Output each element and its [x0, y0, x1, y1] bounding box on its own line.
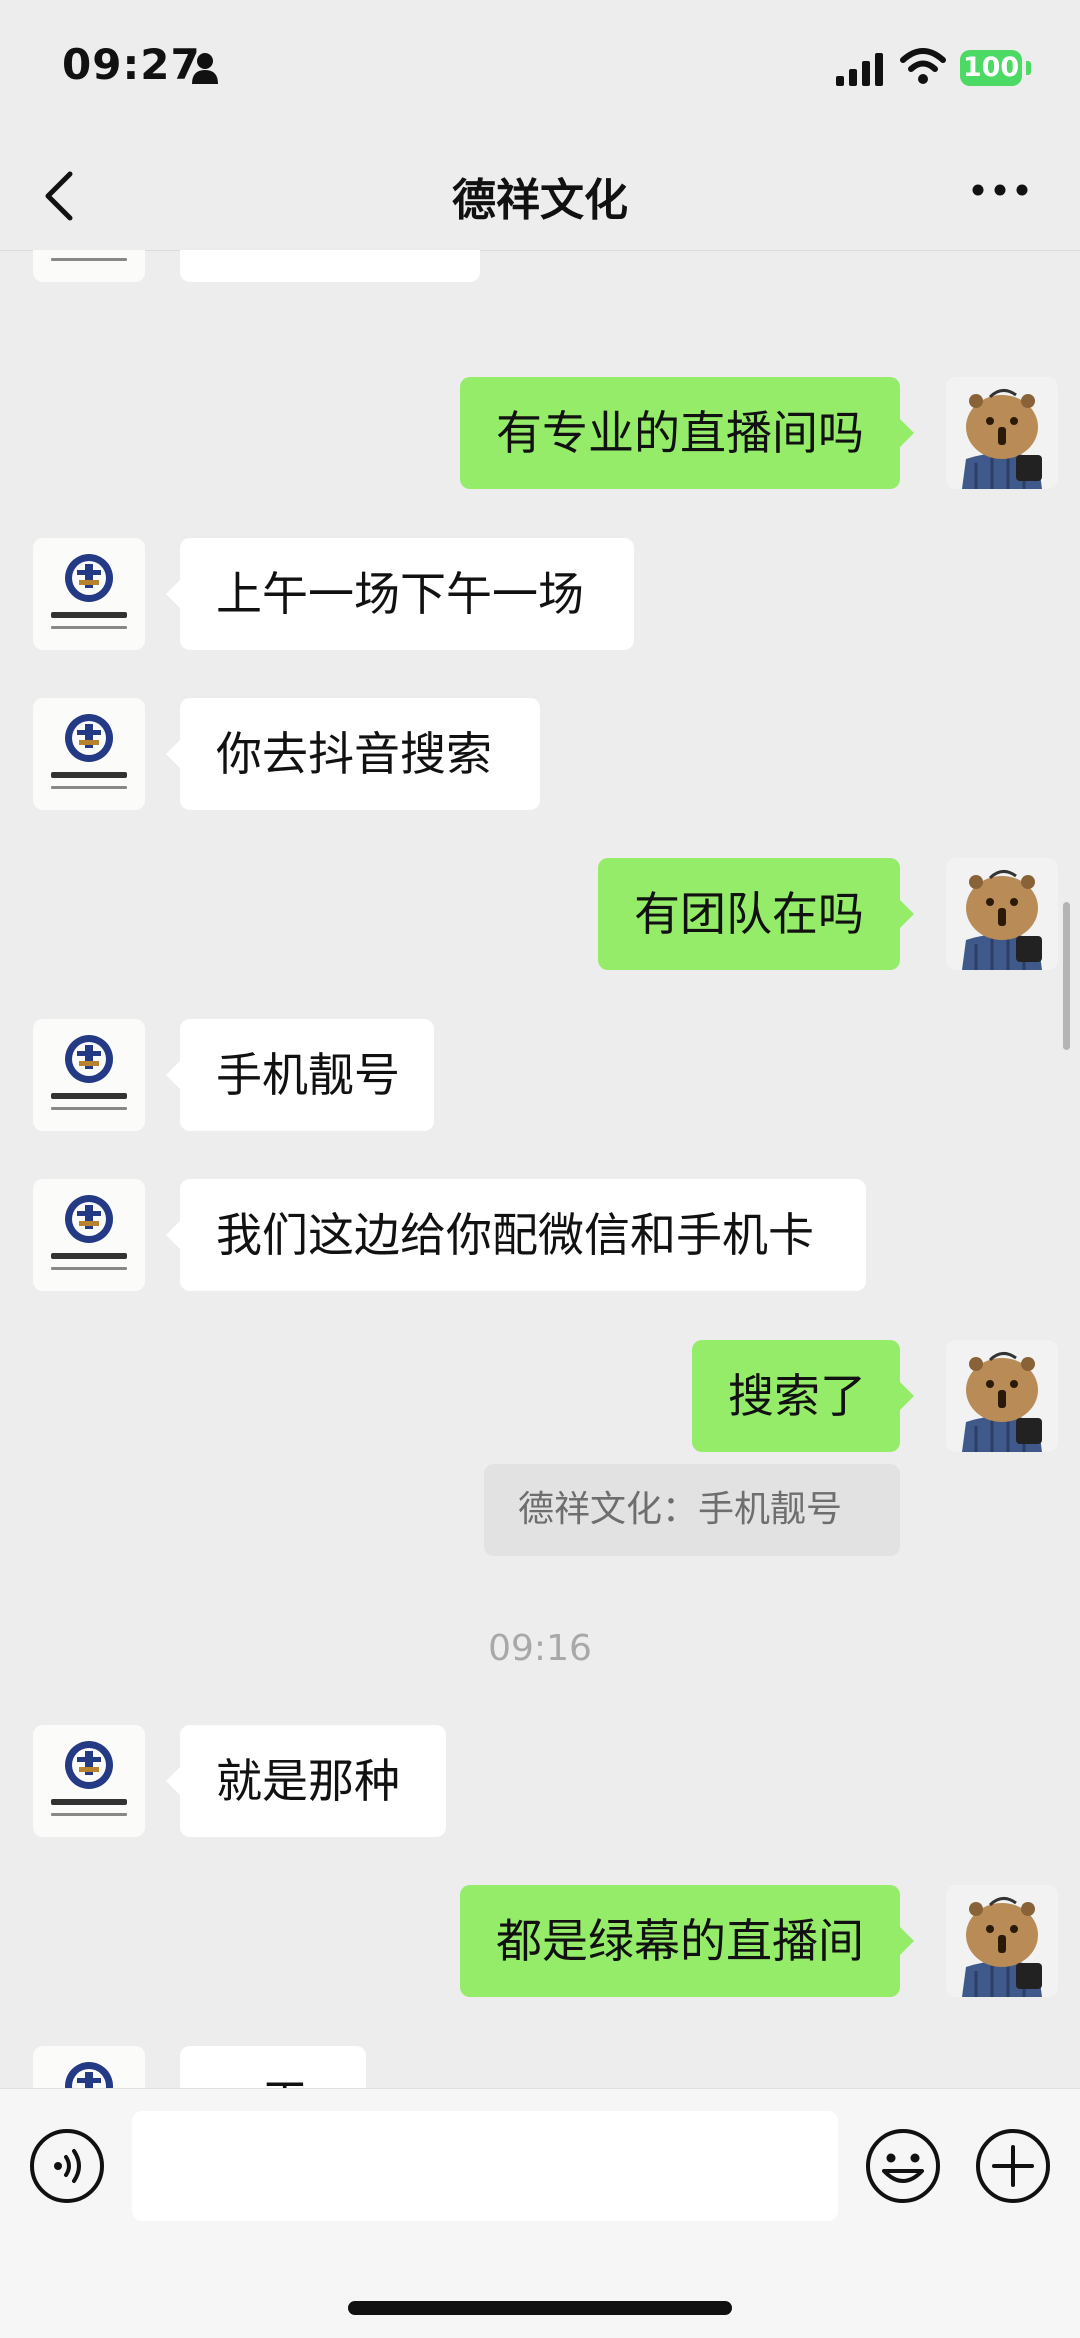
input-bar [0, 2088, 1080, 2338]
battery-tip [1026, 61, 1031, 75]
capybara-avatar-icon [946, 858, 1058, 970]
message-input[interactable] [132, 2111, 838, 2221]
scrollbar[interactable] [1063, 902, 1070, 1050]
company-logo-icon [33, 1179, 145, 1291]
contact-avatar[interactable] [33, 1725, 145, 1837]
company-logo-icon [33, 698, 145, 810]
contact-avatar[interactable] [33, 1179, 145, 1291]
contact-avatar[interactable] [33, 250, 145, 282]
message-bubble-out[interactable]: 有团队在吗 [598, 858, 914, 970]
company-logo-icon [33, 250, 145, 282]
chat-title: 德祥文化 [452, 175, 628, 226]
contact-avatar[interactable] [33, 538, 145, 650]
message-bubble-in[interactable]: 一天 [180, 2046, 366, 2088]
voice-icon[interactable] [28, 2127, 106, 2205]
person-icon [192, 53, 218, 84]
user-avatar[interactable] [946, 1340, 1058, 1452]
capybara-avatar-icon [946, 1885, 1058, 1997]
company-logo-icon [33, 2046, 145, 2088]
quoted-message[interactable]: 德祥文化：手机靓号 [484, 1464, 900, 1556]
company-logo-icon [33, 1725, 145, 1837]
user-avatar[interactable] [946, 858, 1058, 970]
capybara-avatar-icon [946, 377, 1058, 489]
user-avatar[interactable] [946, 377, 1058, 489]
more-dots-icon[interactable] [972, 182, 1028, 198]
message-bubble-in[interactable]: 就是那种 [166, 1725, 446, 1837]
message-bubble-in[interactable]: 我们这边给你配微信和手机卡 [166, 1179, 866, 1291]
user-avatar[interactable] [946, 1885, 1058, 1997]
home-indicator [348, 2301, 732, 2315]
nav-bar: 德祥文化 [0, 140, 1080, 251]
plus-icon[interactable] [974, 2127, 1052, 2205]
message-timestamp: 09:16 [488, 1628, 592, 1669]
message-bubble-out[interactable]: 都是绿幕的直播间 [460, 1885, 914, 1997]
message-bubble-in[interactable]: 可以分两场 [180, 250, 480, 282]
battery-icon: 100 [960, 50, 1022, 86]
capybara-avatar-icon [946, 1340, 1058, 1452]
contact-avatar[interactable] [33, 1019, 145, 1131]
status-bar: 09:27 100 [0, 0, 1080, 140]
wifi-icon [900, 48, 946, 84]
message-bubble-out[interactable]: 搜索了 [692, 1340, 914, 1452]
message-bubble-in[interactable]: 手机靓号 [166, 1019, 434, 1131]
company-logo-icon [33, 1019, 145, 1131]
message-bubble-in[interactable]: 上午一场下午一场 [166, 538, 634, 650]
status-time: 09:27 [62, 40, 201, 89]
message-bubble-out[interactable]: 有专业的直播间吗 [460, 377, 914, 489]
message-bubble-in[interactable]: 你去抖音搜索 [166, 698, 540, 810]
contact-avatar[interactable] [33, 2046, 145, 2088]
emoji-icon[interactable] [864, 2127, 942, 2205]
signal-icon [836, 53, 883, 86]
contact-avatar[interactable] [33, 698, 145, 810]
message-list[interactable]: 可以分两场 有专业的直播间吗 上午一场下午一场 你去抖音搜索 有团队在吗 手机靓… [0, 250, 1080, 2088]
company-logo-icon [33, 538, 145, 650]
